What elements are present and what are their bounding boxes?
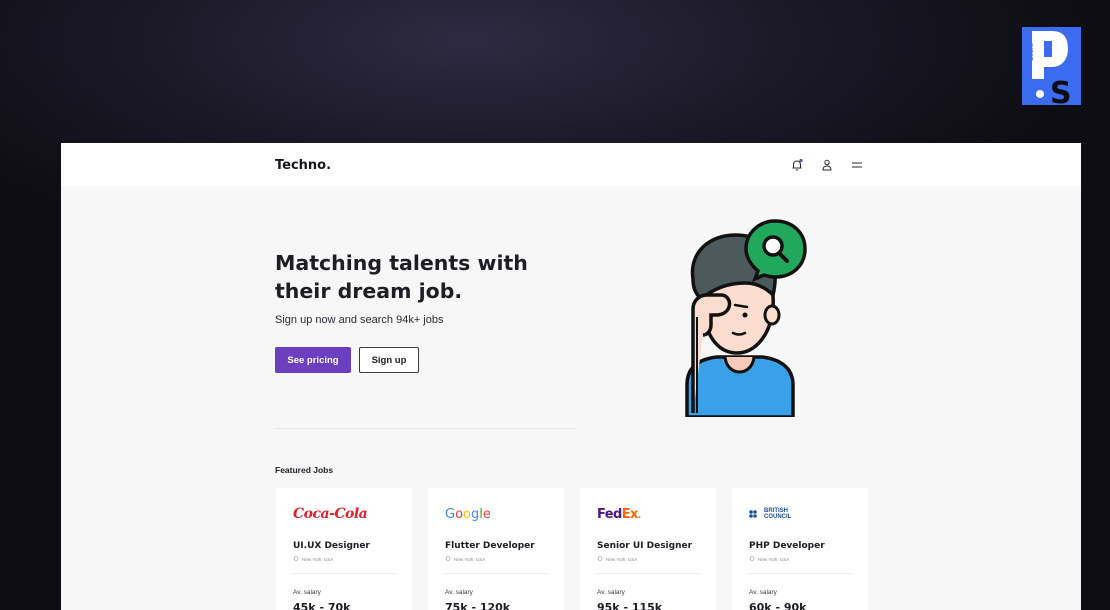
card-divider: [749, 573, 851, 574]
salary-range: 75k - 120k: [445, 601, 511, 610]
salary-range: 95k - 115k: [597, 601, 663, 610]
fedex-logo: FedEx.: [597, 506, 641, 522]
card-divider: [293, 573, 395, 574]
card-divider: [597, 573, 699, 574]
company-logo-fedex: FedEx.: [597, 504, 699, 524]
job-title: Senior UI Designer: [597, 541, 693, 551]
hero-divider: [275, 428, 575, 429]
job-location-text: New York, USA: [758, 556, 790, 562]
top-navigation-bar: Techno.: [61, 143, 1081, 186]
nav-icons: [789, 157, 865, 173]
location-pin-icon: [293, 556, 299, 561]
job-location: New York, USA: [749, 556, 851, 562]
job-location: New York, USA: [293, 556, 395, 562]
salary-label: Av. salary: [293, 589, 321, 596]
location-pin-icon: [445, 556, 451, 561]
website-frame: Techno. Matching talents with their drea…: [61, 143, 1081, 610]
site-logo[interactable]: Techno.: [275, 158, 331, 173]
british-council-logo-text: BRITISH COUNCIL: [764, 508, 792, 520]
google-logo: Google: [445, 506, 491, 522]
salary-label: Av. salary: [749, 589, 777, 596]
salary-range: 60k - 90k: [749, 601, 807, 610]
sign-up-button[interactable]: Sign up: [359, 347, 419, 373]
location-pin-icon: [597, 556, 603, 561]
british-council-dots-icon: [749, 510, 757, 518]
company-logo-british-council: BRITISH COUNCIL: [749, 504, 851, 524]
job-location: New York, USA: [597, 556, 699, 562]
salary-range: 45k - 70k: [293, 601, 351, 610]
bell-icon[interactable]: [789, 157, 805, 173]
job-location: New York, USA: [445, 556, 547, 562]
brand-badge-logo: UI.UX. S: [1022, 27, 1081, 111]
job-card[interactable]: FedEx. Senior UI Designer New York, USA …: [580, 488, 716, 610]
coca-cola-logo-text: Coca-Cola: [293, 506, 368, 522]
job-location-text: New York, USA: [606, 556, 638, 562]
hero-illustration: [627, 217, 807, 419]
featured-jobs-title: Featured Jobs: [275, 465, 334, 475]
hero-subtitle: Sign up now and search 94k+ jobs: [275, 314, 444, 326]
job-card[interactable]: Google Flutter Developer New York, USA A…: [428, 488, 564, 610]
salary-label: Av. salary: [597, 589, 625, 596]
job-location-text: New York, USA: [302, 556, 334, 562]
user-icon[interactable]: [819, 157, 835, 173]
company-logo-coca-cola: Coca-Cola: [293, 504, 395, 524]
job-title: PHP Developer: [749, 541, 825, 551]
menu-icon[interactable]: [849, 157, 865, 173]
see-pricing-button[interactable]: See pricing: [275, 347, 351, 373]
company-logo-google: Google: [445, 504, 547, 524]
job-card[interactable]: Coca-Cola UI.UX Designer New York, USA A…: [276, 488, 412, 610]
salary-label: Av. salary: [445, 589, 473, 596]
job-title: UI.UX Designer: [293, 541, 370, 551]
location-pin-icon: [749, 556, 755, 561]
card-divider: [445, 573, 547, 574]
svg-text:UI.UX.: UI.UX.: [1029, 43, 1035, 61]
hero-title: Matching talents with their dream job.: [275, 251, 528, 303]
job-title: Flutter Developer: [445, 541, 535, 551]
job-card[interactable]: BRITISH COUNCIL PHP Developer New York, …: [732, 488, 868, 610]
job-location-text: New York, USA: [454, 556, 486, 562]
svg-text:S: S: [1050, 76, 1072, 105]
featured-jobs-list: Coca-Cola UI.UX Designer New York, USA A…: [276, 488, 868, 610]
